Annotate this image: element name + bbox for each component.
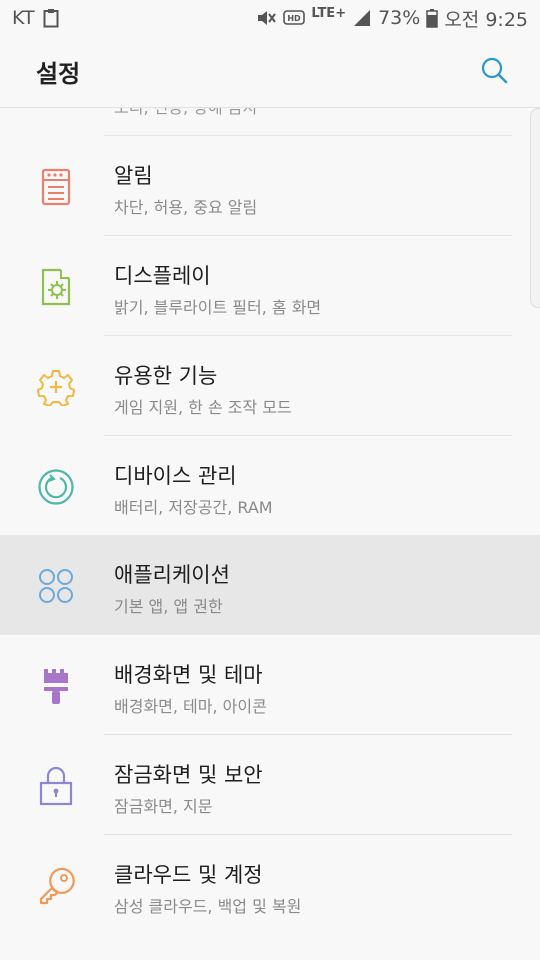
list-item-subtitle: 배경화면, 테마, 아이콘 bbox=[114, 697, 267, 716]
list-item-device-maintenance[interactable]: 디바이스 관리 배터리, 저장공간, RAM bbox=[0, 436, 540, 536]
list-item-subtitle: 게임 지원, 한 손 조작 모드 bbox=[114, 398, 292, 417]
list-item-title: 애플리케이션 bbox=[114, 563, 230, 587]
battery-percent: 73% bbox=[378, 7, 421, 29]
status-bar: KT HD LTE+ 73% 오전 9:25 bbox=[0, 0, 540, 36]
scrollbar[interactable] bbox=[530, 108, 540, 308]
network-type-label: LTE+ bbox=[311, 5, 347, 21]
list-item-display[interactable]: 디스플레이 밝기, 블루라이트 필터, 홈 화면 bbox=[0, 236, 540, 336]
list-item-title: 유용한 기능 bbox=[114, 364, 218, 388]
app-bar: 설정 bbox=[0, 36, 540, 108]
list-item-title: 배경화면 및 테마 bbox=[114, 663, 263, 687]
page-title: 설정 bbox=[36, 60, 81, 88]
signal-icon bbox=[352, 8, 372, 28]
list-item-title: 디스플레이 bbox=[114, 264, 211, 288]
notification-icon bbox=[34, 165, 78, 209]
list-item-cloud-accounts[interactable]: 클라우드 및 계정 삼성 클라우드, 백업 및 복원 bbox=[0, 835, 540, 935]
list-item-subtitle: 차단, 허용, 중요 알림 bbox=[114, 198, 258, 217]
list-item-lock-screen-security[interactable]: 잠금화면 및 보안 잠금화면, 지문 bbox=[0, 735, 540, 835]
clipboard-icon bbox=[43, 8, 59, 28]
list-item-subtitle: 삼성 클라우드, 백업 및 복원 bbox=[114, 897, 302, 916]
list-item-subtitle: 배터리, 저장공간, RAM bbox=[114, 498, 273, 517]
search-button[interactable] bbox=[476, 54, 512, 90]
status-right: HD LTE+ 73% 오전 9:25 bbox=[255, 5, 528, 32]
hd-voice-icon: HD bbox=[283, 8, 306, 28]
paintbrush-icon bbox=[34, 664, 78, 708]
gear-plus-icon bbox=[34, 365, 78, 409]
clock: 오전 9:25 bbox=[444, 8, 528, 31]
lock-icon bbox=[34, 764, 78, 808]
list-item-subtitle: 밝기, 블루라이트 필터, 홈 화면 bbox=[114, 298, 322, 317]
list-item-partial[interactable]: 소리, 진동, 방해 금지 bbox=[0, 108, 540, 136]
list-item-wallpapers-themes[interactable]: 배경화면 및 테마 배경화면, 테마, 아이콘 bbox=[0, 635, 540, 735]
list-item-title: 클라우드 및 계정 bbox=[114, 863, 263, 887]
battery-icon bbox=[426, 8, 439, 28]
list-item-title: 디바이스 관리 bbox=[114, 464, 237, 488]
apps-icon bbox=[34, 564, 78, 608]
carrier-label: KT bbox=[12, 7, 35, 29]
display-icon bbox=[34, 265, 78, 309]
svg-text:HD: HD bbox=[288, 14, 302, 23]
list-item-subtitle: 잠금화면, 지문 bbox=[114, 797, 213, 816]
status-left: KT bbox=[12, 7, 59, 29]
list-item-title: 알림 bbox=[114, 164, 153, 188]
list-item-notifications[interactable]: 알림 차단, 허용, 중요 알림 bbox=[0, 136, 540, 236]
search-icon bbox=[480, 56, 508, 88]
list-item-advanced-features[interactable]: 유용한 기능 게임 지원, 한 손 조작 모드 bbox=[0, 336, 540, 436]
list-item-subtitle: 소리, 진동, 방해 금지 bbox=[114, 108, 257, 118]
list-item-title: 잠금화면 및 보안 bbox=[114, 763, 263, 787]
list-item-applications[interactable]: 애플리케이션 기본 앱, 앱 권한 bbox=[0, 535, 540, 635]
key-icon bbox=[34, 864, 78, 908]
list-item-subtitle: 기본 앱, 앱 권한 bbox=[114, 597, 223, 616]
mute-vibrate-icon bbox=[255, 8, 277, 28]
settings-list[interactable]: 소리, 진동, 방해 금지 알림 차단, 허용, 중요 알림 디스플레이 밝기,… bbox=[0, 108, 540, 960]
device-care-icon bbox=[34, 465, 78, 509]
